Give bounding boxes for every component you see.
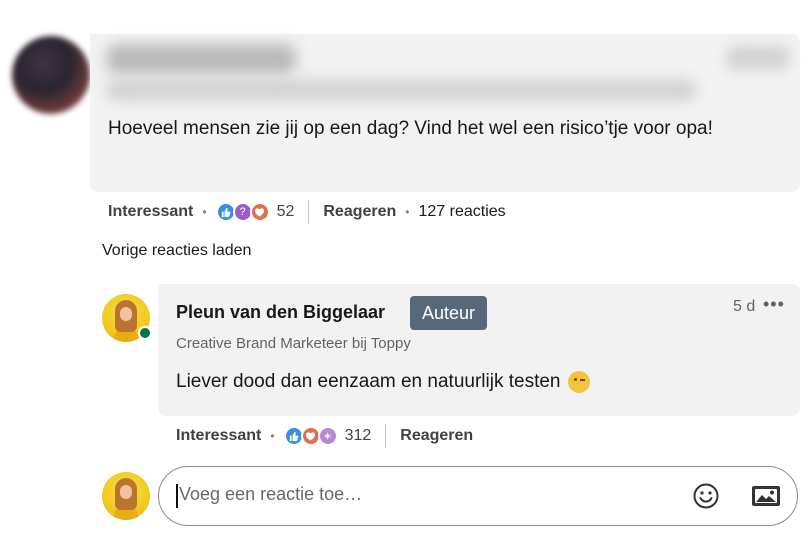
like-button[interactable]: Interessant — [176, 427, 261, 445]
separator-dot: • — [270, 429, 275, 443]
image-icon[interactable] — [750, 482, 782, 510]
avatar-face — [120, 485, 132, 499]
comment-text: Hoeveel mensen zie jij op een dag? Vind … — [108, 118, 713, 139]
like-button[interactable]: Interessant — [108, 203, 193, 221]
wink-emoji-icon — [568, 371, 591, 393]
commenter-avatar[interactable] — [12, 36, 90, 114]
reaction-icons[interactable]: ? — [215, 202, 270, 222]
load-previous-replies-button[interactable]: Vorige reacties laden — [102, 242, 251, 260]
comment-time-blurred — [726, 46, 790, 70]
comment-input-placeholder[interactable]: Voeg een reactie toe… — [179, 484, 362, 505]
reaction-count[interactable]: 52 — [277, 203, 295, 221]
insightful-icon: ✦ — [317, 426, 338, 446]
reaction-count[interactable]: 312 — [345, 427, 372, 445]
avatar-face — [120, 307, 132, 321]
heart-icon — [249, 202, 270, 222]
reply-actions: Interessant • ✦ 312 Reageren — [176, 424, 473, 448]
text-caret — [176, 484, 178, 508]
divider — [308, 200, 310, 224]
reply-button[interactable]: Reageren — [400, 427, 473, 445]
reply-text-container: Liever dood dan eenzaam en natuurlijk te… — [176, 371, 591, 393]
reply-button[interactable]: Reageren — [323, 203, 396, 221]
comment-actions: Interessant • ? 52 Reageren • 127 reacti… — [108, 200, 506, 224]
online-status-indicator — [138, 326, 152, 340]
commenter-name-blurred[interactable] — [106, 44, 296, 74]
reply-text: Liever dood dan eenzaam en natuurlijk te… — [176, 371, 561, 392]
commenter-headline-blurred — [106, 80, 696, 100]
reply-timestamp: 5 d — [733, 298, 756, 315]
more-options-button[interactable]: ••• — [763, 294, 785, 315]
reply-author-headline: Creative Brand Marketeer bij Toppy — [176, 335, 411, 352]
replies-count[interactable]: 127 reacties — [419, 203, 506, 221]
current-user-avatar[interactable] — [102, 472, 150, 520]
author-badge: Auteur — [410, 296, 488, 330]
divider — [385, 424, 387, 448]
separator-dot: • — [405, 205, 410, 219]
emoji-smile-icon[interactable] — [692, 482, 720, 510]
reply-author-name[interactable]: Pleun van den Biggelaar — [176, 302, 385, 323]
reaction-icons[interactable]: ✦ — [283, 426, 338, 446]
separator-dot: • — [202, 205, 207, 219]
